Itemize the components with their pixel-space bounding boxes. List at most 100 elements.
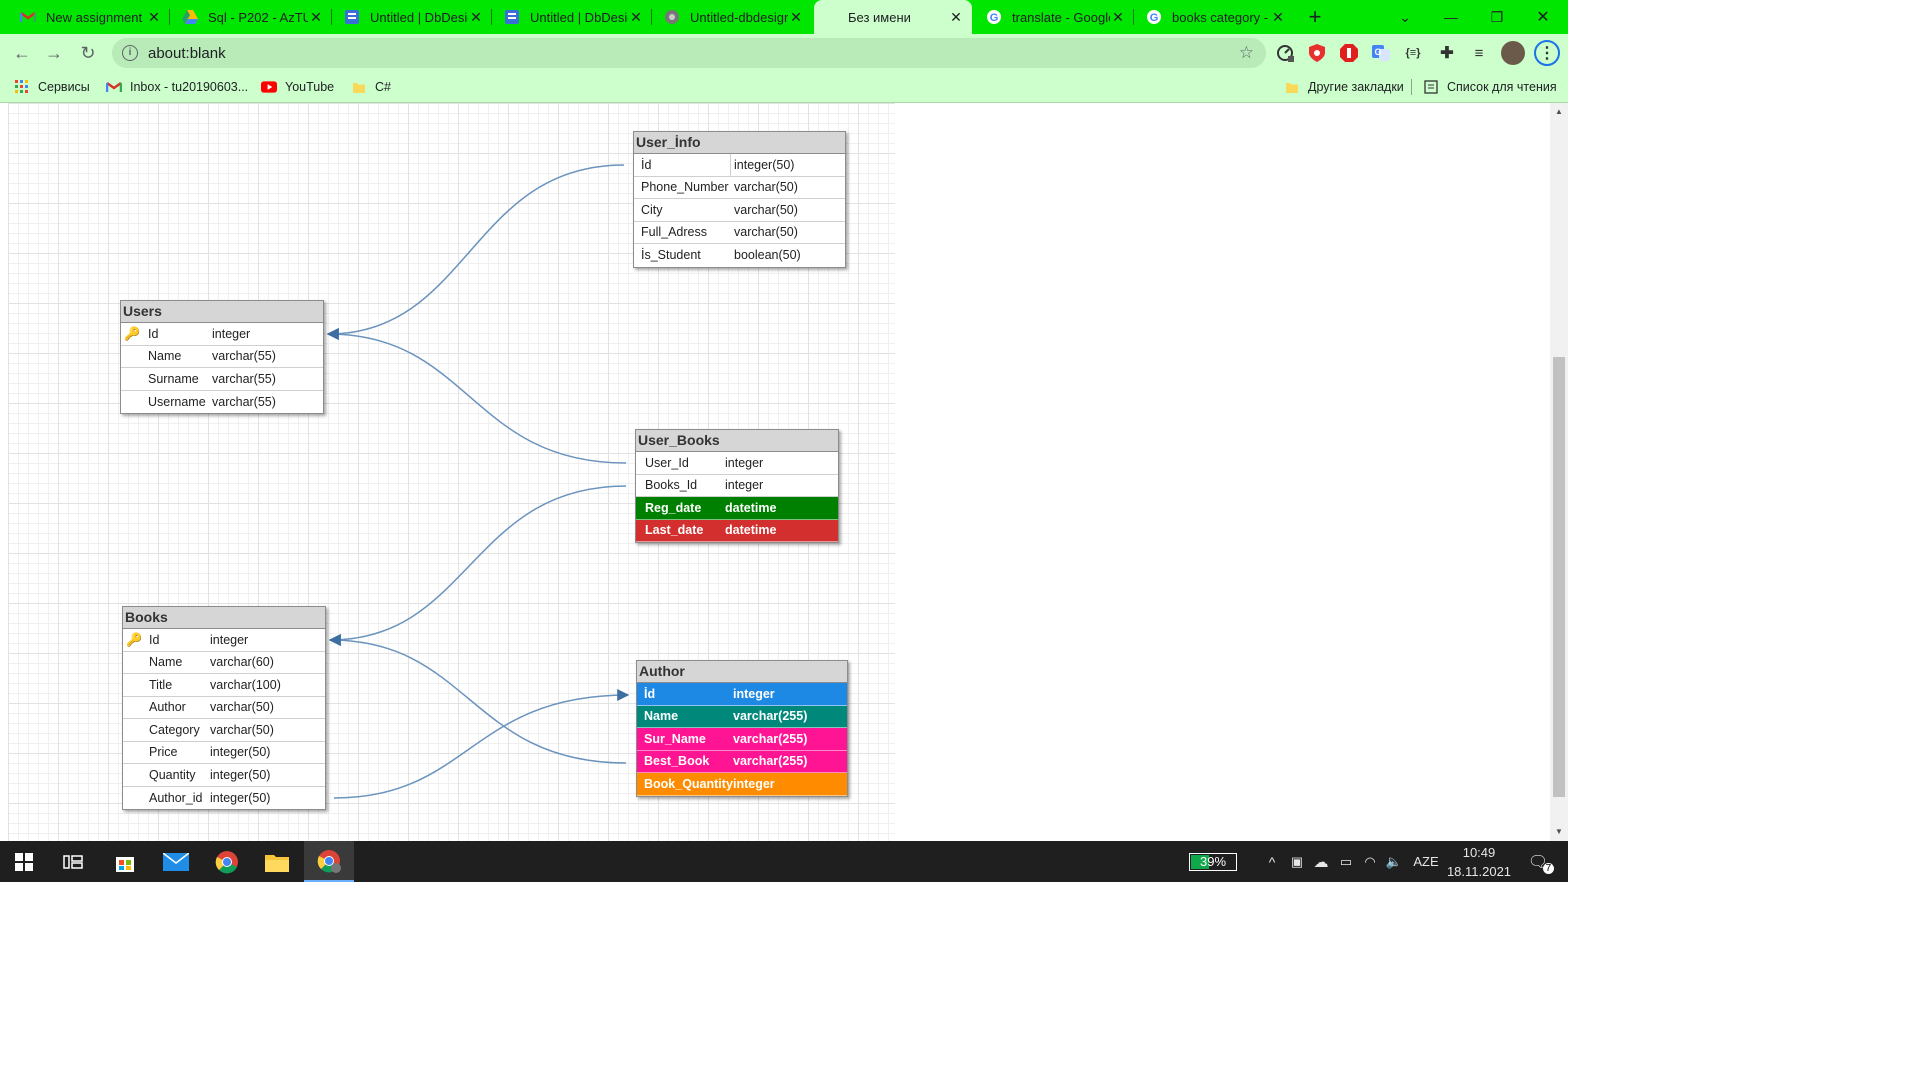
bookmark-inbox[interactable]: Inbox - tu20190603... — [106, 72, 248, 102]
adblock-shield-icon[interactable] — [1307, 43, 1327, 63]
tab-dbdesigner-2[interactable]: Untitled | DbDesigner ✕ — [492, 0, 652, 34]
field-row[interactable]: Surname varchar(55) — [121, 368, 323, 391]
relation-userbooks-books[interactable] — [328, 485, 627, 646]
speed-dial-extension-icon[interactable] — [1275, 43, 1295, 63]
field-row[interactable]: İs_Student boolean(50) — [634, 244, 845, 267]
field-row[interactable]: Name varchar(255) — [637, 705, 847, 728]
field-row[interactable]: User_Id integer — [636, 452, 838, 475]
tab-dbdesigner-1[interactable]: Untitled | DbDesigner ✕ — [332, 0, 492, 34]
close-tab-icon[interactable]: ✕ — [1110, 9, 1126, 26]
language-indicator[interactable]: AZE — [1410, 841, 1442, 882]
store-icon[interactable] — [102, 841, 148, 882]
field-row[interactable]: Sur_Name varchar(255) — [637, 728, 847, 751]
chrome-profile-icon[interactable] — [304, 841, 354, 882]
field-row[interactable]: Username varchar(55) — [121, 391, 323, 414]
close-tab-icon[interactable]: ✕ — [628, 9, 644, 26]
tab-sql[interactable]: Sql - P202 - AzTU ✕ — [170, 0, 332, 34]
close-tab-icon[interactable]: ✕ — [146, 9, 162, 26]
bookmark-csharp-folder[interactable]: C# — [351, 72, 391, 102]
tab-search-icon[interactable]: ⌄ — [1382, 0, 1428, 34]
field-row[interactable]: Author_id integer(50) — [123, 787, 325, 810]
relation-userbooks-users[interactable] — [326, 328, 627, 464]
mail-icon[interactable] — [152, 841, 200, 882]
field-row[interactable]: Book_Quantity integer — [637, 773, 847, 796]
json-viewer-icon[interactable]: {≡} — [1403, 43, 1423, 63]
relation-userinfo-users[interactable] — [326, 164, 625, 340]
tab-books-category[interactable]: G books category - ✕ — [1134, 0, 1294, 34]
back-icon[interactable]: ← — [6, 34, 38, 72]
address-bar[interactable]: i about:blank ☆ — [112, 38, 1266, 68]
google-translate-icon[interactable]: G — [1371, 43, 1391, 63]
volume-icon[interactable]: 🔈 — [1383, 841, 1405, 882]
field-row[interactable]: Books_Id integer — [636, 475, 838, 497]
windows-start-icon[interactable] — [0, 841, 48, 882]
table-books[interactable]: Books 🔑 Id integer Name varchar(60) Title va… — [122, 606, 326, 810]
new-tab-button[interactable]: + — [1298, 0, 1332, 34]
field-row[interactable]: City varchar(50) — [634, 199, 845, 222]
onedrive-cloud-icon[interactable]: ☁ — [1310, 841, 1332, 882]
adblock-stop-icon[interactable] — [1339, 43, 1359, 63]
chrome-menu-icon[interactable]: ⋮ — [1534, 40, 1560, 66]
restore-icon[interactable]: ❐ — [1474, 0, 1520, 34]
field-row[interactable]: 🔑 Id integer — [123, 629, 325, 652]
task-view-icon[interactable] — [50, 841, 96, 882]
show-hidden-icons-icon[interactable]: ^ — [1262, 841, 1282, 882]
meet-now-icon[interactable]: ▣ — [1287, 841, 1307, 882]
field-row[interactable]: Last_date datetime — [636, 519, 838, 542]
reload-icon[interactable]: ↻ — [72, 34, 104, 72]
file-explorer-icon[interactable] — [254, 841, 300, 882]
wifi-icon[interactable]: ◠ — [1360, 841, 1380, 882]
field-row[interactable]: İd integer(50) — [634, 154, 845, 177]
field-row[interactable]: Best_Book varchar(255) — [637, 750, 847, 773]
forward-icon[interactable]: → — [38, 34, 70, 72]
field-row[interactable]: Author varchar(50) — [123, 697, 325, 719]
field-row[interactable]: 🔑 Id integer — [121, 323, 323, 346]
notifications-icon[interactable]: 🗨 7 — [1522, 841, 1555, 882]
relation-books-author[interactable] — [333, 689, 630, 799]
field-row[interactable]: Phone_Number varchar(50) — [634, 177, 845, 199]
bookmark-services[interactable]: Сервисы — [14, 72, 90, 102]
field-row[interactable]: Title varchar(100) — [123, 674, 325, 697]
table-author[interactable]: Author İd integer Name varchar(255) Sur_Na… — [636, 660, 848, 797]
tab-new-assignment[interactable]: New assignment ✕ — [8, 0, 170, 34]
close-tab-icon[interactable]: ✕ — [1270, 9, 1286, 26]
scroll-down-icon[interactable]: ▼ — [1550, 827, 1568, 841]
chrome-icon[interactable] — [204, 841, 250, 882]
close-tab-icon[interactable]: ✕ — [788, 9, 804, 26]
close-tab-icon[interactable]: ✕ — [308, 9, 324, 26]
scrollbar-thumb[interactable] — [1553, 357, 1565, 797]
bookmark-star-icon[interactable]: ☆ — [1239, 43, 1254, 63]
scroll-up-icon[interactable]: ▲ — [1550, 107, 1568, 121]
field-row[interactable]: Category varchar(50) — [123, 719, 325, 742]
bookmark-other[interactable]: Другие закладки — [1284, 72, 1404, 102]
close-tab-icon[interactable]: ✕ — [468, 9, 484, 26]
table-user-info[interactable]: User_İnfo İd integer(50) Phone_Number varc… — [633, 131, 846, 268]
address-text[interactable]: about:blank — [148, 45, 1239, 62]
field-row[interactable]: İd integer — [637, 683, 847, 706]
relation-author-books[interactable] — [328, 634, 627, 764]
table-user-books[interactable]: User_Books User_Id integer Books_Id intege… — [635, 429, 839, 543]
bookmark-reading-list[interactable]: Список для чтения — [1423, 72, 1557, 102]
field-row[interactable]: Name varchar(60) — [123, 652, 325, 674]
close-window-icon[interactable]: ✕ — [1520, 0, 1566, 34]
tab-untitled-dbdesigner[interactable]: Untitled-dbdesigner ✕ — [652, 0, 812, 34]
power-icon[interactable]: ▭ — [1336, 841, 1356, 882]
minimize-icon[interactable]: — — [1428, 0, 1474, 34]
media-queue-icon[interactable]: ≡ — [1469, 43, 1489, 63]
profile-avatar[interactable] — [1501, 41, 1525, 65]
bookmark-youtube[interactable]: YouTube — [261, 72, 334, 102]
tab-translate[interactable]: G translate - Google ✕ — [974, 0, 1134, 34]
battery-indicator[interactable]: 39% — [1186, 841, 1240, 882]
extensions-puzzle-icon[interactable]: ✚ — [1437, 43, 1457, 63]
table-users[interactable]: Users 🔑 Id integer Name varchar(55) Surname… — [120, 300, 324, 414]
info-icon[interactable]: i — [122, 45, 138, 61]
field-row[interactable]: Price integer(50) — [123, 742, 325, 764]
field-row[interactable]: Full_Adress varchar(50) — [634, 222, 845, 244]
field-row[interactable]: Reg_date datetime — [636, 497, 838, 520]
clock[interactable]: 10:49 18.11.2021 — [1446, 841, 1512, 882]
vertical-scrollbar[interactable]: ▲ ▼ — [1550, 103, 1568, 841]
close-tab-icon[interactable]: ✕ — [948, 9, 964, 26]
tab-active-blank[interactable]: Без имени ✕ — [814, 0, 972, 34]
field-row[interactable]: Quantity integer(50) — [123, 764, 325, 787]
field-row[interactable]: Name varchar(55) — [121, 346, 323, 368]
